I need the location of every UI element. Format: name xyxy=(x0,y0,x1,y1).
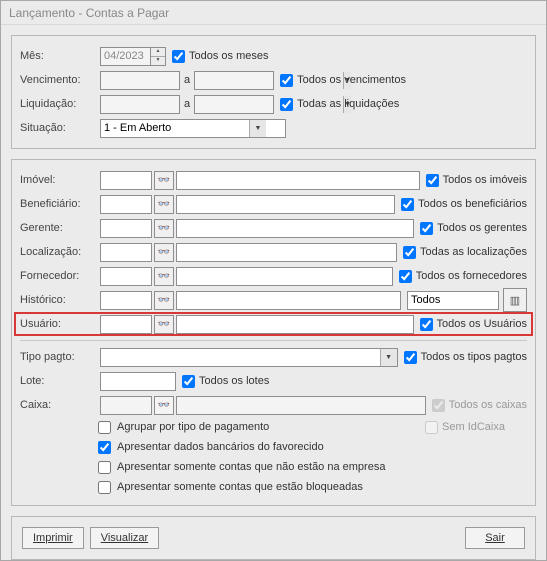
sair-button[interactable]: Sair xyxy=(465,527,525,549)
spin-buttons[interactable]: ▲▼ xyxy=(150,47,166,66)
fornecedor-code[interactable] xyxy=(100,267,152,286)
usuario-desc[interactable] xyxy=(176,315,414,334)
gerente-todos-check[interactable]: Todos os gerentes xyxy=(420,222,527,235)
binoculars-icon: 👓 xyxy=(158,199,170,210)
mes-todos-check[interactable]: Todos os meses xyxy=(172,50,268,63)
historico-code[interactable] xyxy=(100,291,152,310)
tipo-todos-check[interactable]: Todos os tipos pagtos xyxy=(404,351,527,364)
usuario-lookup-button[interactable]: 👓 xyxy=(154,315,174,334)
tipo-label: Tipo pagto: xyxy=(20,351,100,363)
divider xyxy=(20,340,527,341)
venc-label: Vencimento: xyxy=(20,74,100,86)
window: Lançamento - Contas a Pagar Mês: ▲▼ Todo… xyxy=(0,0,547,561)
sit-combo[interactable]: ▼ xyxy=(100,119,286,138)
visualizar-button[interactable]: Visualizar xyxy=(90,527,160,549)
separator-a: a xyxy=(184,98,190,110)
gerente-code[interactable] xyxy=(100,219,152,238)
beneficiario-lookup-button[interactable]: 👓 xyxy=(154,195,174,214)
gerente-desc[interactable] xyxy=(176,219,414,238)
binoculars-icon: 👓 xyxy=(158,175,170,186)
binoculars-icon: 👓 xyxy=(158,400,170,411)
tipo-combo[interactable]: ▼ xyxy=(100,348,398,367)
fornecedor-lookup-button[interactable]: 👓 xyxy=(154,267,174,286)
dropdown-icon[interactable]: ▼ xyxy=(249,120,266,137)
caixa-desc[interactable] xyxy=(176,396,426,415)
gerente-label: Gerente: xyxy=(20,222,100,234)
localizacao-todos-check[interactable]: Todas as localizações xyxy=(403,246,527,259)
venc-to[interactable]: ▼ xyxy=(194,71,274,90)
spin-down-icon[interactable]: ▼ xyxy=(151,57,165,65)
caixa-label: Caixa: xyxy=(20,399,100,411)
apresentar-bancarios-check[interactable]: Apresentar dados bancários do favorecido xyxy=(98,441,324,454)
sem-idcaixa-check: Sem IdCaixa xyxy=(425,421,505,434)
beneficiario-code[interactable] xyxy=(100,195,152,214)
sit-label: Situação: xyxy=(20,122,100,134)
usuario-label: Usuário: xyxy=(20,318,100,330)
footer: Imprimir Visualizar Sair xyxy=(11,516,536,560)
usuario-todos-check[interactable]: Todos os Usuários xyxy=(420,318,528,331)
beneficiario-desc[interactable] xyxy=(176,195,395,214)
imovel-todos-check[interactable]: Todos os imóveis xyxy=(426,174,527,187)
gerente-lookup-button[interactable]: 👓 xyxy=(154,219,174,238)
binoculars-icon: 👓 xyxy=(158,223,170,234)
apresentar-bloqueadas-check[interactable]: Apresentar somente contas que estão bloq… xyxy=(98,481,363,494)
binoculars-icon: 👓 xyxy=(158,247,170,258)
binoculars-icon: 👓 xyxy=(158,319,170,330)
imovel-desc[interactable] xyxy=(176,171,420,190)
lote-input[interactable] xyxy=(100,372,176,391)
historico-lookup-button[interactable]: 👓 xyxy=(154,291,174,310)
venc-todos-check[interactable]: Todos os vencimentos xyxy=(280,74,406,87)
venc-from[interactable]: ▼ xyxy=(100,71,180,90)
window-title: Lançamento - Contas a Pagar xyxy=(9,6,169,20)
localizacao-desc[interactable] xyxy=(176,243,397,262)
historico-label: Histórico: xyxy=(20,294,100,306)
apresentar-nao-empresa-check[interactable]: Apresentar somente contas que não estão … xyxy=(98,461,385,474)
imovel-code[interactable] xyxy=(100,171,152,190)
main-group: Imóvel: 👓 Todos os imóveis Beneficiário:… xyxy=(11,159,536,506)
binoculars-icon: 👓 xyxy=(158,295,170,306)
imovel-label: Imóvel: xyxy=(20,174,100,186)
lote-todos-check[interactable]: Todos os lotes xyxy=(182,375,269,388)
usuario-code[interactable] xyxy=(100,315,152,334)
historico-combo[interactable]: ▼ xyxy=(407,291,499,310)
separator-a: a xyxy=(184,74,190,86)
fornecedor-todos-check[interactable]: Todos os fornecedores xyxy=(399,270,527,283)
title-bar: Lançamento - Contas a Pagar xyxy=(1,1,546,25)
liq-todos-check[interactable]: Todas as liquidações xyxy=(280,98,399,111)
liq-label: Liquidação: xyxy=(20,98,100,110)
filter-group: Mês: ▲▼ Todos os meses Vencimento: ▼ a ▼… xyxy=(11,35,536,149)
historico-desc[interactable] xyxy=(176,291,401,310)
document-icon: ▥ xyxy=(510,294,520,307)
binoculars-icon: 👓 xyxy=(158,271,170,282)
mes-input[interactable] xyxy=(100,47,150,66)
mes-spinner[interactable]: ▲▼ xyxy=(100,47,166,66)
liq-from[interactable]: ▼ xyxy=(100,95,180,114)
imovel-lookup-button[interactable]: 👓 xyxy=(154,171,174,190)
mes-label: Mês: xyxy=(20,50,100,62)
spin-up-icon[interactable]: ▲ xyxy=(151,48,165,57)
imprimir-button[interactable]: Imprimir xyxy=(22,527,84,549)
lote-label: Lote: xyxy=(20,375,100,387)
localizacao-code[interactable] xyxy=(100,243,152,262)
historico-extra-button[interactable]: ▥ xyxy=(503,288,527,312)
beneficiario-label: Beneficiário: xyxy=(20,198,100,210)
dropdown-icon[interactable]: ▼ xyxy=(380,349,397,366)
caixa-todos-check: Todos os caixas xyxy=(432,399,527,412)
caixa-code[interactable] xyxy=(100,396,152,415)
usuario-row-highlight: Usuário: 👓 Todos os Usuários xyxy=(14,312,533,336)
localizacao-lookup-button[interactable]: 👓 xyxy=(154,243,174,262)
caixa-lookup-button[interactable]: 👓 xyxy=(154,396,174,415)
localizacao-label: Localização: xyxy=(20,246,100,258)
beneficiario-todos-check[interactable]: Todos os beneficiários xyxy=(401,198,527,211)
fornecedor-label: Fornecedor: xyxy=(20,270,100,282)
fornecedor-desc[interactable] xyxy=(176,267,393,286)
liq-to[interactable]: ▼ xyxy=(194,95,274,114)
agrupar-check[interactable]: Agrupar por tipo de pagamento xyxy=(98,421,269,434)
